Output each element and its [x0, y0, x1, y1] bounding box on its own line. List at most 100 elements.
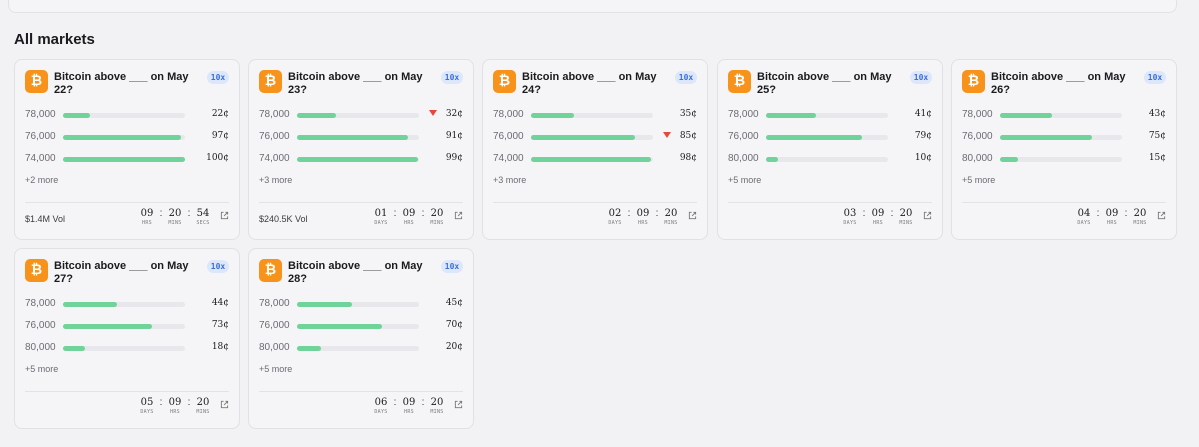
card-header: ₿ Bitcoin above ___ on May 24? 10x [493, 70, 697, 100]
outcome-row[interactable]: 78,000 44¢ [25, 296, 229, 318]
external-link-icon[interactable] [454, 211, 463, 220]
strike-price-label: 80,000 [728, 153, 759, 164]
outcome-price: 99¢ [445, 153, 463, 163]
market-card[interactable]: ₿ Bitcoin above ___ on May 22? 10x 78,00… [14, 59, 240, 240]
outcome-row[interactable]: 78,000 32¢ [259, 107, 463, 129]
more-outcomes-link[interactable]: +2 more [25, 175, 58, 185]
market-card[interactable]: ₿ Bitcoin above ___ on May 25? 10x 78,00… [717, 59, 943, 240]
more-outcomes-link[interactable]: +5 more [25, 364, 58, 374]
probability-bar-fill [63, 135, 182, 140]
more-outcomes-link[interactable]: +5 more [728, 175, 761, 185]
outcome-list: 78,000 45¢ 76,000 70¢ 80,000 20¢ [259, 296, 463, 362]
outcome-row[interactable]: 76,000 79¢ [728, 129, 932, 151]
strike-price-label: 78,000 [25, 109, 56, 120]
leverage-badge: 10x [207, 71, 229, 84]
external-link-icon[interactable] [688, 211, 697, 220]
outcome-list: 78,000 35¢ 76,000 85¢ 74,000 98¢ [493, 107, 697, 173]
countdown-unit: 09 HRS [165, 397, 185, 416]
countdown-value: 20 [430, 208, 444, 219]
external-link-icon[interactable] [220, 211, 229, 220]
bitcoin-icon: ₿ [259, 259, 282, 282]
outcome-row[interactable]: 80,000 15¢ [962, 151, 1166, 173]
probability-bar-fill [63, 157, 185, 162]
strike-price-label: 80,000 [259, 342, 290, 353]
probability-bar-fill [531, 113, 574, 118]
outcome-price: 41¢ [914, 109, 932, 119]
countdown-unit: 20 MINS [1130, 208, 1150, 227]
top-panel [8, 0, 1177, 13]
outcome-price: 85¢ [679, 131, 697, 141]
market-title[interactable]: Bitcoin above ___ on May 24? [522, 71, 664, 97]
outcome-row[interactable]: 78,000 45¢ [259, 296, 463, 318]
outcome-row[interactable]: 74,000 100¢ [25, 151, 229, 173]
probability-bar [63, 113, 185, 118]
outcome-row[interactable]: 76,000 97¢ [25, 129, 229, 151]
probability-bar [531, 113, 653, 118]
external-link-icon[interactable] [220, 400, 229, 409]
outcome-row[interactable]: 78,000 22¢ [25, 107, 229, 129]
outcome-price: 20¢ [445, 342, 463, 352]
card-header: ₿ Bitcoin above ___ on May 22? 10x [25, 70, 229, 100]
probability-bar-fill [297, 113, 337, 118]
outcome-row[interactable]: 80,000 20¢ [259, 340, 463, 362]
outcome-price: 22¢ [211, 109, 229, 119]
leverage-badge: 10x [207, 260, 229, 273]
outcome-row[interactable]: 76,000 85¢ [493, 129, 697, 151]
market-title[interactable]: Bitcoin above ___ on May 22? [54, 71, 196, 97]
outcome-price: 44¢ [211, 298, 229, 308]
outcome-row[interactable]: 76,000 75¢ [962, 129, 1166, 151]
external-link-icon[interactable] [454, 400, 463, 409]
outcome-list: 78,000 32¢ 76,000 91¢ 74,000 99¢ [259, 107, 463, 173]
outcome-row[interactable]: 76,000 70¢ [259, 318, 463, 340]
market-title[interactable]: Bitcoin above ___ on May 27? [54, 260, 196, 286]
outcome-row[interactable]: 80,000 18¢ [25, 340, 229, 362]
outcome-price: 32¢ [445, 109, 463, 119]
more-outcomes-link[interactable]: +3 more [259, 175, 292, 185]
more-outcomes-link[interactable]: +5 more [962, 175, 995, 185]
countdown-unit: 09 HRS [1102, 208, 1122, 227]
market-card[interactable]: ₿ Bitcoin above ___ on May 27? 10x 78,00… [14, 248, 240, 429]
countdown-separator: : [159, 397, 163, 408]
strike-price-label: 76,000 [25, 131, 56, 142]
countdown-unit-label: HRS [638, 220, 648, 226]
card-divider [493, 202, 697, 203]
outcome-row[interactable]: 80,000 10¢ [728, 151, 932, 173]
probability-bar [297, 302, 419, 307]
countdown-separator: : [655, 208, 659, 219]
outcome-row[interactable]: 74,000 99¢ [259, 151, 463, 173]
outcome-row[interactable]: 78,000 35¢ [493, 107, 697, 129]
market-title[interactable]: Bitcoin above ___ on May 23? [288, 71, 430, 97]
countdown-value: 20 [196, 397, 210, 408]
countdown-value: 20 [168, 208, 182, 219]
market-title[interactable]: Bitcoin above ___ on May 26? [991, 71, 1133, 97]
card-header: ₿ Bitcoin above ___ on May 28? 10x [259, 259, 463, 289]
down-arrow-icon [663, 132, 671, 138]
probability-bar [531, 135, 653, 140]
market-card[interactable]: ₿ Bitcoin above ___ on May 24? 10x 78,00… [482, 59, 708, 240]
external-link-icon[interactable] [1157, 211, 1166, 220]
external-link-icon[interactable] [923, 211, 932, 220]
countdown-value: 05 [140, 397, 154, 408]
more-outcomes-link[interactable]: +5 more [259, 364, 292, 374]
market-card[interactable]: ₿ Bitcoin above ___ on May 23? 10x 78,00… [248, 59, 474, 240]
outcome-list: 78,000 41¢ 76,000 79¢ 80,000 10¢ [728, 107, 932, 173]
strike-price-label: 78,000 [25, 298, 56, 309]
more-outcomes-link[interactable]: +3 more [493, 175, 526, 185]
countdown-unit: 03 DAYS [840, 208, 860, 227]
outcome-row[interactable]: 76,000 73¢ [25, 318, 229, 340]
countdown-unit-label: HRS [404, 409, 414, 415]
probability-bar [297, 135, 419, 140]
market-card[interactable]: ₿ Bitcoin above ___ on May 28? 10x 78,00… [248, 248, 474, 429]
market-title[interactable]: Bitcoin above ___ on May 25? [757, 71, 899, 97]
outcome-row[interactable]: 78,000 43¢ [962, 107, 1166, 129]
probability-bar-fill [766, 157, 779, 162]
outcome-row[interactable]: 74,000 98¢ [493, 151, 697, 173]
countdown-value: 09 [168, 397, 182, 408]
card-footer: 04 DAYS:09 HRS:20 MINS [962, 208, 1166, 230]
outcome-list: 78,000 22¢ 76,000 97¢ 74,000 100¢ [25, 107, 229, 173]
market-card[interactable]: ₿ Bitcoin above ___ on May 26? 10x 78,00… [951, 59, 1177, 240]
market-title[interactable]: Bitcoin above ___ on May 28? [288, 260, 430, 286]
outcome-row[interactable]: 78,000 41¢ [728, 107, 932, 129]
outcome-row[interactable]: 76,000 91¢ [259, 129, 463, 151]
bitcoin-icon: ₿ [493, 70, 516, 93]
